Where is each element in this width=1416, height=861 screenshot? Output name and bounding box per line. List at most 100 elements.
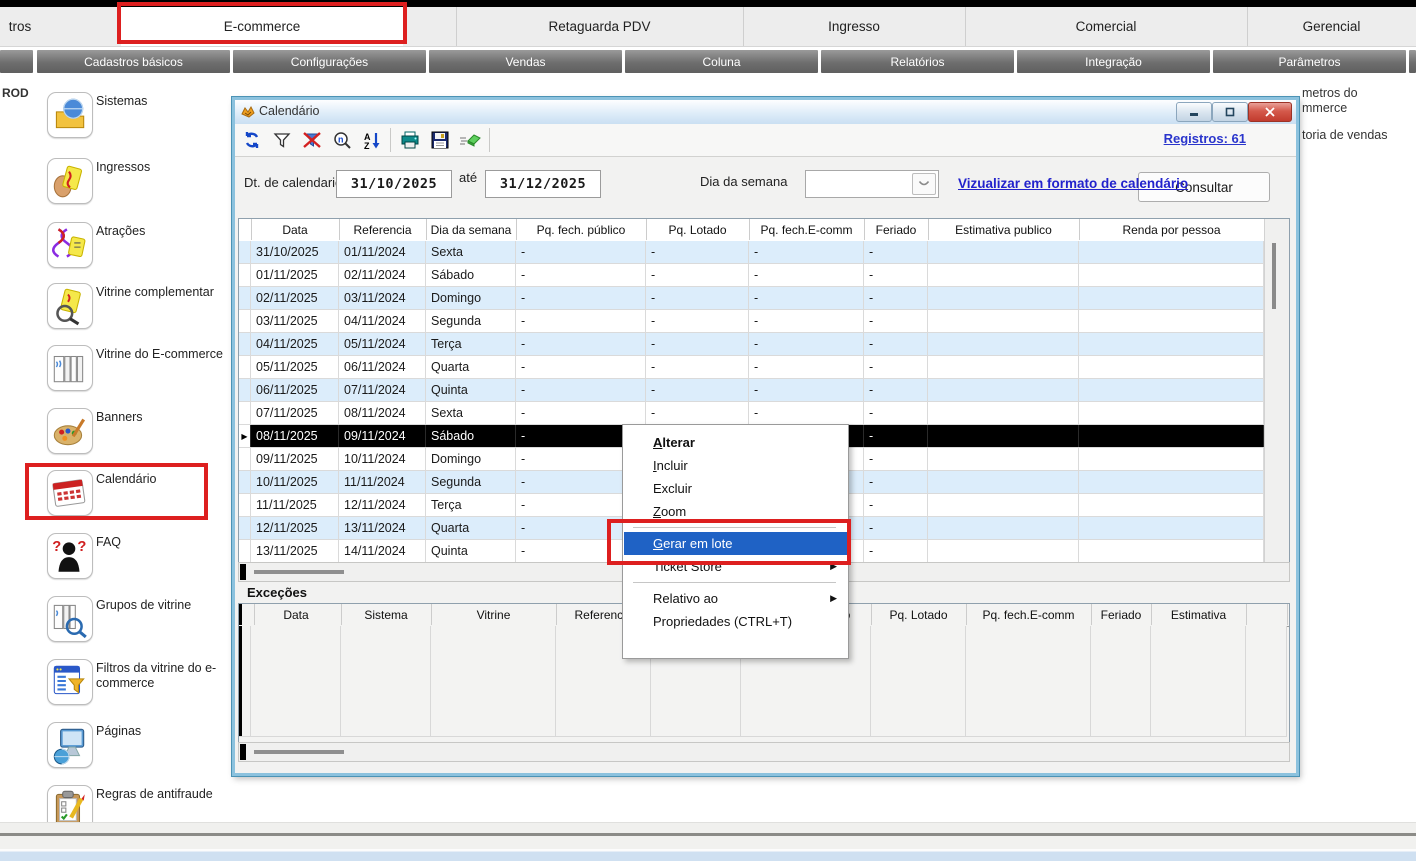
- table-row[interactable]: 04/11/202505/11/2024Terça----: [239, 333, 1264, 356]
- table-row[interactable]: 31/10/202501/11/2024Sexta----: [239, 241, 1264, 264]
- exceptions-grid-hscrollbar[interactable]: [238, 742, 1290, 762]
- column-header[interactable]: Data: [251, 219, 340, 240]
- date-from-input[interactable]: 31/10/2025: [336, 170, 452, 198]
- grid-cell: -: [749, 402, 864, 424]
- table-row[interactable]: 02/11/202503/11/2024Domingo----: [239, 287, 1264, 310]
- table-row[interactable]: [239, 692, 1287, 715]
- refresh-icon[interactable]: [240, 128, 264, 152]
- grid-cell: [341, 692, 431, 714]
- vscroll-thumb[interactable]: [1272, 243, 1276, 309]
- table-row[interactable]: 01/11/202502/11/2024Sábado----: [239, 264, 1264, 287]
- clear-filter-icon[interactable]: [300, 128, 324, 152]
- menu-item-ticket-store[interactable]: Ticket Store▶: [624, 555, 847, 578]
- vscrollbar-track[interactable]: [1264, 219, 1289, 563]
- eraser-icon[interactable]: [458, 128, 482, 152]
- grid-cell: Quinta: [426, 379, 516, 401]
- tab-ecommerce[interactable]: E-commerce: [121, 7, 403, 46]
- sidebar-item-tickets[interactable]: Ingressos: [47, 158, 232, 210]
- menu-item-excluir[interactable]: Excluir: [624, 477, 847, 500]
- column-header[interactable]: Renda por pessoa: [1079, 219, 1265, 240]
- sidebar-item-showcase-complementary[interactable]: Vitrine complementar: [47, 283, 232, 335]
- sidebar-item-label: Vitrine do E-commerce: [96, 347, 224, 362]
- sidebar-item-showcase-groups[interactable]: Grupos de vitrine: [47, 596, 232, 648]
- grid-header: DataReferenciaDia da semanaPq. fech. púb…: [239, 219, 1289, 242]
- chevron-down-icon[interactable]: [912, 173, 936, 195]
- zoom-search-icon[interactable]: n: [330, 128, 354, 152]
- sidebar-item-faq[interactable]: ??FAQ: [47, 533, 232, 585]
- grid-cell: [651, 670, 741, 692]
- date-to-input[interactable]: 31/12/2025: [485, 170, 601, 198]
- column-header[interactable]: Pq. Lotado: [871, 604, 967, 625]
- sidebar-item-attractions[interactable]: Atrações: [47, 222, 232, 274]
- submenu-bar: Cadastros básicos Configurações Vendas C…: [0, 50, 1416, 73]
- menu-relatorios[interactable]: Relatórios: [821, 50, 1014, 73]
- table-row[interactable]: [239, 670, 1287, 693]
- column-header[interactable]: Pq. Lotado: [646, 219, 750, 240]
- sidebar-item-showcase-ecommerce[interactable]: Vitrine do E-commerce: [47, 345, 232, 397]
- grid-cell: [556, 692, 651, 714]
- column-header[interactable]: Estimativa publico: [928, 219, 1080, 240]
- close-button[interactable]: [1248, 102, 1292, 122]
- column-header[interactable]: Referencia: [339, 219, 427, 240]
- tab-ingresso[interactable]: Ingresso: [743, 7, 965, 46]
- column-header[interactable]: Feriado: [1091, 604, 1152, 625]
- menu-vendas[interactable]: Vendas: [429, 50, 622, 73]
- print-icon[interactable]: [398, 128, 422, 152]
- table-row[interactable]: [239, 714, 1287, 737]
- tab-comercial[interactable]: Comercial: [965, 7, 1247, 46]
- menu-integracao[interactable]: Integração: [1017, 50, 1210, 73]
- sidebar-item-showcase-filters[interactable]: Filtros da vitrine do e-commerce: [47, 659, 232, 711]
- menu-cadastros-basicos[interactable]: Cadastros básicos: [37, 50, 230, 73]
- sidebar-item-banners[interactable]: Banners: [47, 408, 232, 460]
- menu-item-gerar-em-lote[interactable]: Gerar em lote: [624, 532, 847, 555]
- column-header[interactable]: Data: [251, 604, 342, 625]
- hscroll-thumb[interactable]: [254, 750, 344, 754]
- menu-configuracoes[interactable]: Configurações: [233, 50, 426, 73]
- grid-cell: 11/11/2024: [339, 471, 426, 493]
- minimize-button[interactable]: [1176, 102, 1212, 122]
- column-header[interactable]: Sistema: [341, 604, 432, 625]
- sidebar-item-systems[interactable]: Sistemas: [47, 92, 232, 144]
- menu-item-alterar[interactable]: Alterar: [624, 431, 847, 454]
- hscroll-thumb[interactable]: [254, 570, 344, 574]
- sidebar-item-label: Atrações: [96, 224, 224, 239]
- menu-item-incluir[interactable]: Incluir: [624, 454, 847, 477]
- column-header[interactable]: Pq. fech.E-comm: [966, 604, 1092, 625]
- showcase-ecommerce-icon: [47, 345, 93, 391]
- save-icon[interactable]: [428, 128, 452, 152]
- menu-parametros[interactable]: Parâmetros: [1213, 50, 1406, 73]
- calendar-format-link[interactable]: Vizualizar em formato de calendário: [958, 176, 1188, 191]
- column-header[interactable]: Estimativa: [1151, 604, 1247, 625]
- sort-az-icon[interactable]: AZ: [360, 128, 384, 152]
- registros-link[interactable]: Registros: 61: [1164, 131, 1246, 146]
- weekday-select[interactable]: [805, 170, 939, 198]
- menu-item-propriedades-ctrl-t[interactable]: Propriedades (CTRL+T): [624, 610, 847, 633]
- tab-retaguarda-pdv[interactable]: Retaguarda PDV: [456, 7, 743, 46]
- table-row[interactable]: 05/11/202506/11/2024Quarta----: [239, 356, 1264, 379]
- column-header[interactable]: Dia da semana: [426, 219, 517, 240]
- table-row[interactable]: 07/11/202508/11/2024Sexta----: [239, 402, 1264, 425]
- filter-icon[interactable]: [270, 128, 294, 152]
- app-fox-icon: [240, 104, 256, 120]
- menu-item-zoom[interactable]: Zoom: [624, 500, 847, 523]
- column-header[interactable]: Vitrine: [431, 604, 557, 625]
- menu-item-relativo-ao[interactable]: Relativo ao▶: [624, 587, 847, 610]
- window-titlebar[interactable]: Calendário: [235, 100, 1296, 125]
- menu-coluna[interactable]: Coluna: [625, 50, 818, 73]
- toolbar-separator: [489, 128, 490, 152]
- restore-button[interactable]: [1212, 102, 1248, 122]
- context-menu: AlterarIncluirExcluirZoom Gerar em loteTi…: [622, 424, 849, 659]
- tab-gerencial[interactable]: Gerencial: [1247, 7, 1416, 46]
- column-header[interactable]: [1246, 604, 1288, 625]
- column-header[interactable]: Pq. fech. público: [516, 219, 647, 240]
- table-row[interactable]: 03/11/202504/11/2024Segunda----: [239, 310, 1264, 333]
- column-header[interactable]: Pq. fech.E-comm: [749, 219, 865, 240]
- table-row[interactable]: 06/11/202507/11/2024Quinta----: [239, 379, 1264, 402]
- column-header[interactable]: Feriado: [864, 219, 929, 240]
- sidebar-item-calendar[interactable]: Calendário: [47, 470, 232, 522]
- grid-cell: [871, 692, 966, 714]
- sidebar-item-pages[interactable]: Páginas: [47, 722, 232, 774]
- bg-label-parametros: metros dommerce: [1302, 86, 1358, 116]
- tab-cadastros-partial[interactable]: tros: [0, 7, 40, 46]
- grid-cell: [871, 648, 966, 670]
